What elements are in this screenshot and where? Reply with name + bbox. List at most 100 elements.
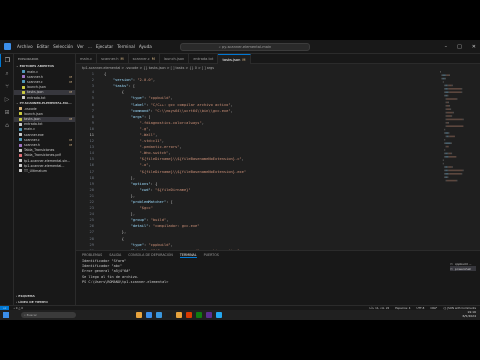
file-item[interactable]: entrada.txt	[14, 95, 75, 100]
git-status-badge: M	[69, 137, 72, 142]
code-token: {	[104, 236, 124, 241]
taskbar-app-icon[interactable]	[136, 312, 142, 318]
code-token: "cwd"	[139, 187, 151, 192]
file-icon	[19, 148, 22, 152]
minimap-line	[446, 111, 453, 114]
line-number: 12	[89, 139, 94, 144]
minimize-icon[interactable]: –	[445, 44, 448, 50]
menu-item[interactable]: Ejecutar	[96, 44, 113, 49]
terminal-instance-label: powershell	[454, 266, 472, 271]
minimap-line	[447, 152, 449, 155]
file-icon	[19, 164, 22, 168]
minimap[interactable]	[440, 71, 474, 191]
taskbar-app-icon[interactable]	[176, 312, 182, 318]
editor-tab[interactable]: tasks.json M	[218, 54, 251, 64]
editor-tab[interactable]: entrada.txt	[189, 54, 219, 64]
menu-item[interactable]: Editar	[37, 44, 49, 49]
line-number: 17	[89, 169, 94, 174]
file-icon	[22, 90, 25, 94]
editor-tab[interactable]: launch.json	[160, 54, 190, 64]
taskbar-app-icon[interactable]	[216, 312, 222, 318]
menu-item[interactable]: Archivo	[17, 44, 33, 49]
tab-label: tasks.json	[222, 57, 241, 62]
minimap-line	[445, 152, 448, 155]
minimap-line	[444, 132, 446, 134]
remote-icon[interactable]: ⌂	[0, 119, 14, 132]
minimap-line	[445, 108, 447, 110]
terminal-instance[interactable]: ▭ powershell	[450, 266, 476, 271]
minimap-line	[445, 122, 447, 124]
file-icon	[22, 75, 25, 79]
minimap-line	[444, 176, 446, 178]
file-label: .vscode	[24, 106, 37, 111]
code-token: "tasks"	[112, 84, 129, 89]
taskbar-app-icon[interactable]	[146, 312, 152, 318]
file-label: entrada.txt	[27, 95, 46, 100]
line-number: 9	[91, 120, 94, 125]
taskbar-search[interactable]: ⌕ Buscar	[21, 312, 76, 318]
code-lines: 1{2 "version": "2.0.0", 3 "tasks": [4 {5 …	[76, 71, 480, 272]
editor-tab[interactable]: scanner.c M	[129, 54, 160, 64]
taskbar-app-icon[interactable]	[206, 312, 212, 318]
minimap-line	[447, 166, 449, 168]
menu-item[interactable]: ...	[88, 44, 92, 49]
code-token: "$gcc"	[139, 206, 153, 211]
file-icon	[19, 143, 22, 147]
terminal-output[interactable]: Identificador "Sfarm" Identificador "abc"…	[76, 259, 480, 285]
panel-tab[interactable]: PUERTOS	[204, 253, 219, 257]
extensions-icon[interactable]: ⊞	[0, 106, 14, 119]
menu-item[interactable]: Selección	[53, 44, 73, 49]
taskbar-clock[interactable]: 19:16 6/5/2024	[463, 311, 476, 318]
close-icon[interactable]: ✕	[472, 44, 476, 50]
explorer-icon[interactable]: ❐	[0, 54, 14, 67]
file-item[interactable]: TT_Ultimatum	[14, 168, 75, 173]
menu-item[interactable]: Ayuda	[139, 44, 152, 49]
line-number: 23	[89, 206, 94, 211]
taskbar-app-icon[interactable]	[186, 312, 192, 318]
code-token: "-Wall"	[139, 132, 156, 137]
file-icon	[22, 80, 25, 84]
search-icon[interactable]: ⌕	[0, 67, 14, 80]
line-number: 3	[91, 84, 94, 89]
panel-tab[interactable]: SALIDA	[109, 253, 121, 257]
file-label: scanner.h	[27, 74, 43, 79]
breadcrumb[interactable]: tp1-scanner-elemental > .vscode > {} tas…	[76, 64, 480, 71]
maximize-icon[interactable]: □	[457, 44, 462, 50]
minimap-line	[445, 118, 447, 121]
menu-item[interactable]: Ver	[77, 44, 84, 49]
code-token: "C/C++: gcc compilar archivo activo"	[150, 102, 231, 107]
file-label: launch.json	[27, 85, 46, 90]
minimap-line	[445, 135, 447, 138]
panel-tab[interactable]: PROBLEMAS	[82, 253, 102, 257]
menu-item[interactable]: Terminal	[117, 44, 135, 49]
taskbar-app-icon[interactable]	[166, 312, 172, 318]
command-center-search[interactable]: ⌕ py-scanner-elemental-main	[180, 43, 310, 51]
code-token: ,	[230, 102, 233, 107]
minimap-line	[444, 91, 446, 93]
code-token: "detail"	[130, 224, 149, 229]
code-token: ,	[170, 96, 173, 101]
minimap-line	[450, 142, 452, 144]
minimap-line	[445, 88, 448, 90]
explorer-sidebar: EXPLORADOR ⌄ EDITORES ABIERTOS main.c sca…	[14, 54, 76, 305]
minimap-line	[442, 77, 445, 80]
taskbar-app-icon[interactable]	[196, 312, 202, 318]
minimap-line	[441, 74, 443, 76]
panel-tab[interactable]: CONSOLA DE DEPURACIÓN	[128, 253, 173, 257]
panel-tab[interactable]: TERMINAL	[179, 253, 197, 258]
minimap-line	[444, 128, 446, 131]
run-debug-icon[interactable]: ▷	[0, 93, 14, 106]
file-icon	[19, 133, 22, 137]
minimap-line	[461, 91, 463, 93]
taskbar-app-icon[interactable]	[156, 312, 162, 318]
file-label: Tabla_Transiciones.pdf	[24, 153, 61, 158]
editor-tab[interactable]: scanner.h M	[97, 54, 129, 64]
windows-start-icon[interactable]	[3, 312, 9, 318]
search-label: py-scanner-elemental-main	[221, 45, 272, 49]
editor-tab[interactable]: main.c	[76, 54, 98, 64]
source-control-icon[interactable]: ⑂	[0, 80, 14, 93]
